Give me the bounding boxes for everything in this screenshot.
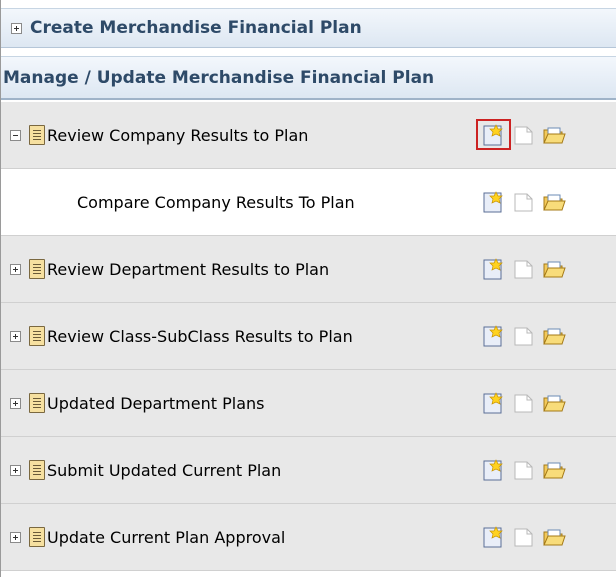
collapse-icon[interactable] <box>10 129 21 141</box>
new-document-icon[interactable] <box>482 459 506 481</box>
open-folder-icon[interactable] <box>542 526 566 548</box>
task-row[interactable]: Review Department Results to Plan <box>1 236 616 303</box>
row-actions <box>482 392 572 414</box>
blank-document-icon <box>512 459 536 481</box>
section-title-create: Create Merchandise Financial Plan <box>30 18 362 38</box>
task-row[interactable]: Compare Company Results To Plan <box>1 169 616 236</box>
task-row[interactable]: Submit Updated Current Plan <box>1 437 616 504</box>
new-document-icon[interactable] <box>482 191 506 213</box>
expand-icon[interactable] <box>10 330 21 342</box>
open-folder-icon[interactable] <box>542 325 566 347</box>
blank-document-icon <box>512 124 536 146</box>
section-title-manage: Manage / Update Merchandise Financial Pl… <box>3 67 435 88</box>
row-actions <box>476 119 572 150</box>
new-document-icon[interactable] <box>482 258 506 280</box>
task-label[interactable]: Review Class-SubClass Results to Plan <box>47 327 353 346</box>
task-row[interactable]: Review Class-SubClass Results to Plan <box>1 303 616 370</box>
new-document-icon[interactable] <box>476 119 511 150</box>
task-label[interactable]: Review Company Results to Plan <box>47 126 308 145</box>
row-actions <box>482 325 572 347</box>
blank-document-icon <box>512 258 536 280</box>
open-folder-icon[interactable] <box>542 459 566 481</box>
task-label[interactable]: Update Current Plan Approval <box>47 528 285 547</box>
task-list-icon <box>29 527 45 547</box>
new-document-icon[interactable] <box>482 392 506 414</box>
task-row[interactable]: Review Company Results to Plan <box>1 102 616 169</box>
task-label[interactable]: Submit Updated Current Plan <box>47 461 281 480</box>
expand-icon[interactable] <box>10 464 21 476</box>
open-folder-icon[interactable] <box>542 258 566 280</box>
blank-document-icon <box>512 191 536 213</box>
task-row[interactable]: Updated Department Plans <box>1 370 616 437</box>
task-row[interactable]: Update Current Plan Approval <box>1 504 616 571</box>
section-header-manage: Manage / Update Merchandise Financial Pl… <box>1 56 616 100</box>
section-header-create[interactable]: Create Merchandise Financial Plan <box>1 8 616 48</box>
task-label[interactable]: Updated Department Plans <box>47 394 264 413</box>
expand-icon[interactable] <box>10 531 21 543</box>
row-actions <box>482 526 572 548</box>
task-list-icon <box>29 259 45 279</box>
open-folder-icon[interactable] <box>542 124 566 146</box>
open-folder-icon[interactable] <box>542 392 566 414</box>
highlight-box <box>476 119 511 150</box>
task-list-icon <box>29 393 45 413</box>
task-list-icon <box>29 125 45 145</box>
new-document-icon[interactable] <box>482 325 506 347</box>
blank-document-icon <box>512 325 536 347</box>
open-folder-icon[interactable] <box>542 191 566 213</box>
blank-document-icon <box>512 526 536 548</box>
blank-document-icon <box>512 392 536 414</box>
task-list-icon <box>29 460 45 480</box>
expand-icon[interactable] <box>10 263 21 275</box>
new-document-icon[interactable] <box>482 526 506 548</box>
task-label[interactable]: Compare Company Results To Plan <box>77 193 355 212</box>
task-list-icon <box>29 326 45 346</box>
row-actions <box>482 258 572 280</box>
row-actions <box>482 191 572 213</box>
task-tree: Create Merchandise Financial Plan Manage… <box>0 0 616 577</box>
expand-icon[interactable] <box>11 22 22 34</box>
expand-icon[interactable] <box>10 397 21 409</box>
task-label[interactable]: Review Department Results to Plan <box>47 260 329 279</box>
row-actions <box>482 459 572 481</box>
